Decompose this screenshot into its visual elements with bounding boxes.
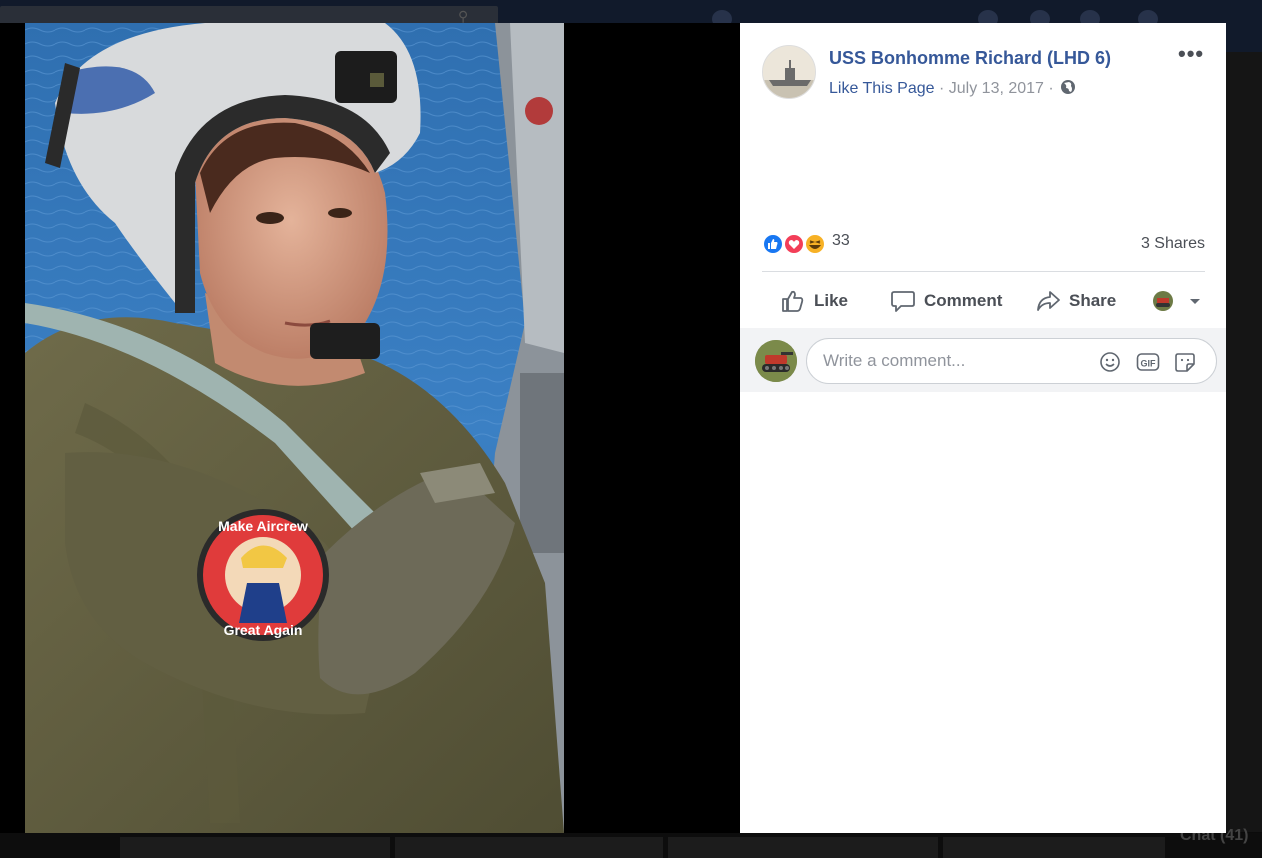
- page-name-link[interactable]: USS Bonhomme Richard (LHD 6): [829, 48, 1111, 69]
- background-column: [1226, 52, 1262, 832]
- background-photo-strip: [0, 833, 1262, 858]
- gif-icon[interactable]: GIF: [1136, 351, 1160, 373]
- globe-icon: [1060, 79, 1076, 100]
- comment-box[interactable]: GIF: [806, 338, 1217, 384]
- post-actions: Like Comment Share: [762, 281, 1205, 321]
- thumbs-up-icon: [782, 290, 804, 312]
- comment-bubble-icon: [891, 291, 915, 312]
- reaction-icons[interactable]: [762, 232, 832, 256]
- patch-text-bottom: Great Again: [224, 622, 303, 638]
- meta-separator-2: ·: [1043, 80, 1059, 97]
- comment-label: Comment: [924, 291, 1003, 310]
- post-meta: Like This Page · July 13, 2017 ·: [829, 79, 1076, 100]
- more-options-icon[interactable]: •••: [1178, 43, 1204, 65]
- post-side-panel: USS Bonhomme Richard (LHD 6) Like This P…: [740, 23, 1226, 833]
- comment-button[interactable]: Comment: [890, 281, 1002, 321]
- post-as-selector[interactable]: [1152, 281, 1210, 321]
- post-photo[interactable]: Make Aircrew Great Again: [25, 23, 564, 833]
- current-user-avatar[interactable]: [755, 340, 797, 382]
- reaction-count[interactable]: 33: [832, 232, 850, 250]
- share-arrow-icon: [1037, 291, 1060, 311]
- emoji-icon[interactable]: [1099, 351, 1121, 373]
- tank-avatar-icon: [755, 340, 797, 382]
- share-label: Share: [1069, 291, 1117, 310]
- comment-composer: GIF: [740, 328, 1226, 392]
- post-date[interactable]: July 13, 2017: [949, 80, 1044, 97]
- love-reaction-icon: [783, 233, 805, 255]
- comment-input[interactable]: [823, 349, 1093, 373]
- share-button[interactable]: Share: [1035, 281, 1116, 321]
- photo-viewer: Make Aircrew Great Again: [0, 23, 740, 833]
- shares-count[interactable]: 3 Shares: [1141, 235, 1205, 253]
- profile-avatar-icon: [1153, 291, 1173, 311]
- like-button[interactable]: Like: [780, 281, 848, 321]
- aviator-photo: Make Aircrew Great Again: [25, 23, 564, 833]
- svg-text:GIF: GIF: [1141, 359, 1157, 369]
- meta-separator: ·: [934, 80, 949, 97]
- caret-down-icon: [1190, 299, 1200, 304]
- like-label: Like: [814, 291, 849, 310]
- haha-reaction-icon: [804, 233, 826, 255]
- divider: [762, 271, 1205, 272]
- ship-avatar-icon: [763, 46, 815, 98]
- like-reaction-icon: [762, 233, 784, 255]
- like-page-link[interactable]: Like This Page: [829, 80, 935, 97]
- sticker-icon[interactable]: [1174, 351, 1196, 373]
- reactions-bar: 33 3 Shares: [762, 230, 1205, 256]
- patch-text-top: Make Aircrew: [218, 518, 308, 534]
- page-avatar[interactable]: [762, 45, 816, 99]
